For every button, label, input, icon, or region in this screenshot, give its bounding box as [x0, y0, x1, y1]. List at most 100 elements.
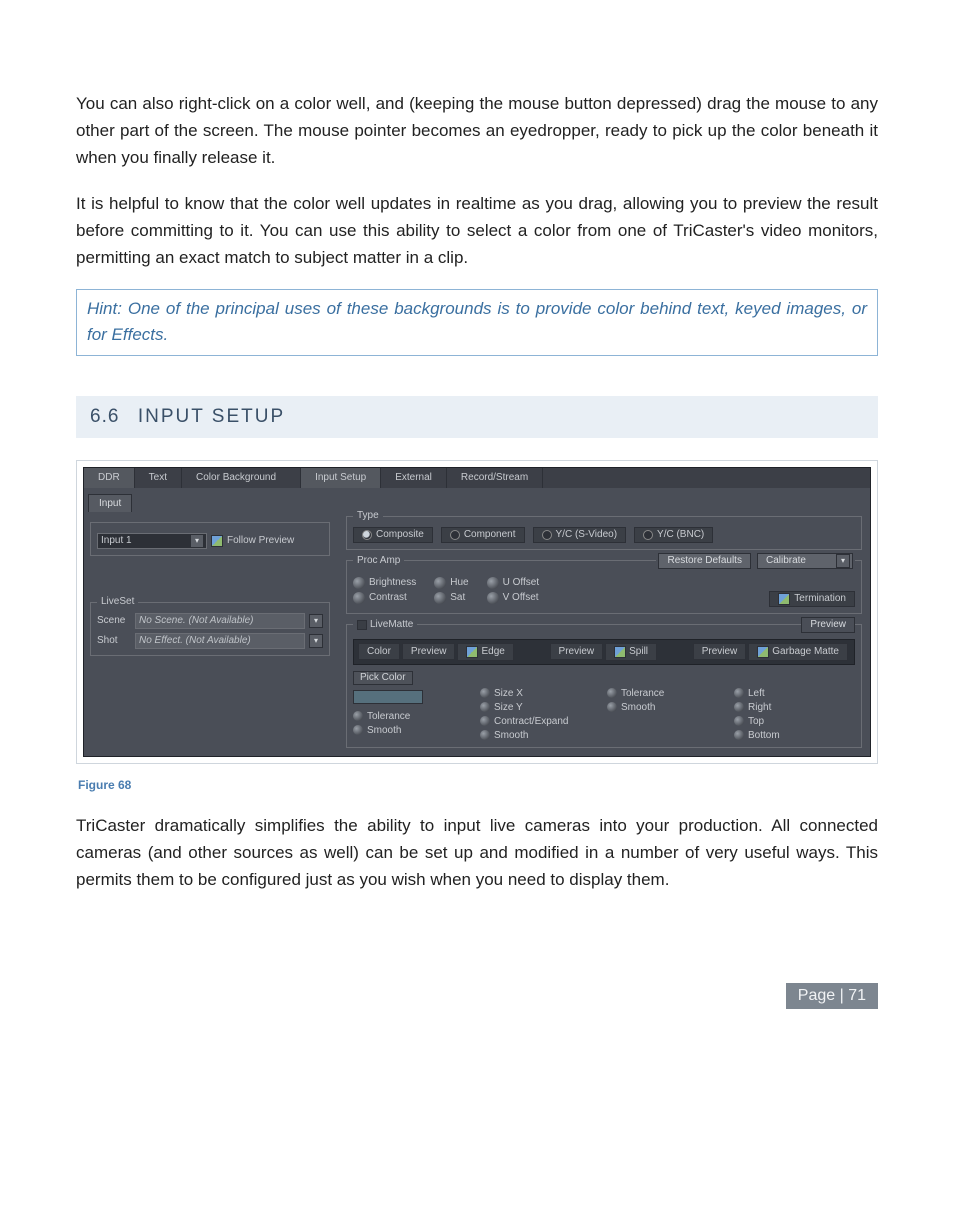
livematte-checkbox[interactable] [357, 620, 367, 630]
lm-tab-spill[interactable]: Spill [605, 643, 657, 661]
paragraph-3: TriCaster dramatically simplifies the ab… [76, 812, 878, 894]
edge-smooth-label: Smooth [494, 730, 528, 741]
liveset-fieldset: LiveSet Scene No Scene. (Not Available) … [90, 602, 330, 656]
right-pane: Type Composite Component Y/C (S-Video) Y… [338, 488, 870, 756]
gm-bottom-knob[interactable] [734, 730, 744, 740]
edge-thumb-icon [466, 646, 478, 658]
u-offset-label: U Offset [503, 577, 540, 588]
tab-record-stream[interactable]: Record/Stream [447, 468, 543, 488]
pick-color-swatch[interactable] [353, 690, 423, 704]
tab-ddr[interactable]: DDR [84, 468, 135, 488]
shot-label: Shot [97, 635, 131, 646]
type-yc-svideo[interactable]: Y/C (S-Video) [533, 527, 627, 543]
gm-left-knob[interactable] [734, 688, 744, 698]
lm-tab-color[interactable]: Color [358, 643, 400, 660]
type-composite[interactable]: Composite [353, 527, 433, 543]
tab-input-setup[interactable]: Input Setup [301, 468, 381, 488]
scene-select-value: No Scene. (Not Available) [139, 615, 254, 626]
sat-label: Sat [450, 592, 465, 603]
gm-right-knob[interactable] [734, 702, 744, 712]
lm-tab-garbage-label: Garbage Matte [772, 646, 839, 657]
termination-toggle[interactable]: Termination [769, 591, 855, 607]
radio-icon [643, 530, 653, 540]
chevron-down-icon[interactable]: ▾ [309, 614, 323, 628]
liveset-legend: LiveSet [97, 596, 138, 607]
contract-knob[interactable] [480, 716, 490, 726]
shot-select-value: No Effect. (Not Available) [139, 635, 251, 646]
spill-tolerance-knob[interactable] [607, 688, 617, 698]
shot-select[interactable]: No Effect. (Not Available) [135, 633, 305, 649]
section-heading: 6.6 INPUT SETUP [76, 396, 878, 438]
hint-text: Hint: One of the principal uses of these… [87, 296, 867, 349]
tab-color-background[interactable]: Color Background [182, 468, 301, 488]
contrast-knob[interactable] [353, 592, 365, 604]
chevron-down-icon: ▾ [191, 535, 203, 547]
lm-col-color: Pick Color Tolerance Smooth [353, 671, 474, 741]
edge-smooth-knob[interactable] [480, 730, 490, 740]
radio-icon [542, 530, 552, 540]
hue-knob[interactable] [434, 577, 446, 589]
brightness-knob[interactable] [353, 577, 365, 589]
sizey-label: Size Y [494, 702, 523, 713]
type-component[interactable]: Component [441, 527, 525, 543]
hint-box: Hint: One of the principal uses of these… [76, 289, 878, 356]
spill-tolerance-label: Tolerance [621, 688, 664, 699]
contract-label: Contract/Expand [494, 716, 569, 727]
sizex-label: Size X [494, 688, 523, 699]
sizex-knob[interactable] [480, 688, 490, 698]
chevron-down-icon: ▾ [836, 554, 850, 568]
lm-tab-preview-2[interactable]: Preview [550, 643, 604, 660]
tab-text[interactable]: Text [135, 468, 182, 488]
contrast-label: Contrast [369, 592, 407, 603]
u-offset-knob[interactable] [487, 577, 499, 589]
page-number: Page | 71 [786, 983, 878, 1009]
spill-smooth-knob[interactable] [607, 702, 617, 712]
type-component-label: Component [464, 529, 516, 540]
lm-tab-garbage[interactable]: Garbage Matte [748, 643, 848, 661]
scene-select[interactable]: No Scene. (Not Available) [135, 613, 305, 629]
gm-top-knob[interactable] [734, 716, 744, 726]
termination-label: Termination [794, 593, 846, 604]
v-offset-knob[interactable] [487, 592, 499, 604]
restore-defaults-button[interactable]: Restore Defaults [658, 553, 750, 569]
subtab-input[interactable]: Input [88, 494, 132, 512]
lm-col-spill: Tolerance Smooth [607, 671, 728, 741]
procamp-legend: Proc Amp [353, 555, 404, 566]
input-select[interactable]: Input 1 ▾ [97, 533, 207, 549]
chevron-down-icon[interactable]: ▾ [309, 634, 323, 648]
calibrate-button[interactable]: Calibrate ▾ [757, 553, 853, 569]
livematte-preview-button[interactable]: Preview [801, 617, 855, 633]
color-smooth-label: Smooth [367, 725, 401, 736]
livematte-legend: LiveMatte [370, 619, 413, 630]
sizey-knob[interactable] [480, 702, 490, 712]
lm-tab-preview-1[interactable]: Preview [402, 643, 456, 660]
termination-thumb-icon [778, 593, 790, 605]
tab-external[interactable]: External [381, 468, 447, 488]
radio-icon [362, 530, 372, 540]
type-yc-bnc[interactable]: Y/C (BNC) [634, 527, 713, 543]
type-fieldset: Type Composite Component Y/C (S-Video) Y… [346, 516, 862, 550]
lm-tab-preview-3[interactable]: Preview [693, 643, 747, 660]
input-setup-app: DDR Text Color Background Input Setup Ex… [83, 467, 871, 757]
lm-tab-edge[interactable]: Edge [457, 643, 513, 661]
procamp-fieldset: Proc Amp Restore Defaults Calibrate ▾ [346, 560, 862, 614]
figure-68: DDR Text Color Background Input Setup Ex… [76, 460, 878, 764]
color-tolerance-knob[interactable] [353, 711, 363, 721]
input-select-value: Input 1 [101, 535, 132, 546]
gm-left-label: Left [748, 688, 765, 699]
pick-color-button[interactable]: Pick Color [353, 671, 413, 685]
type-legend: Type [353, 510, 383, 521]
follow-preview-thumb-icon[interactable] [211, 535, 223, 547]
top-tab-row: DDR Text Color Background Input Setup Ex… [84, 468, 870, 488]
follow-preview-label: Follow Preview [227, 535, 294, 546]
livematte-fieldset: LiveMatte Preview Color Preview Edge Pre… [346, 624, 862, 748]
sat-knob[interactable] [434, 592, 446, 604]
gm-top-label: Top [748, 716, 764, 727]
paragraph-1: You can also right-click on a color well… [76, 90, 878, 172]
section-number: 6.6 [90, 406, 119, 427]
hue-label: Hue [450, 577, 468, 588]
color-smooth-knob[interactable] [353, 725, 363, 735]
page-footer: Page | 71 [76, 983, 878, 1009]
scene-label: Scene [97, 615, 131, 626]
calibrate-label: Calibrate [766, 555, 806, 566]
